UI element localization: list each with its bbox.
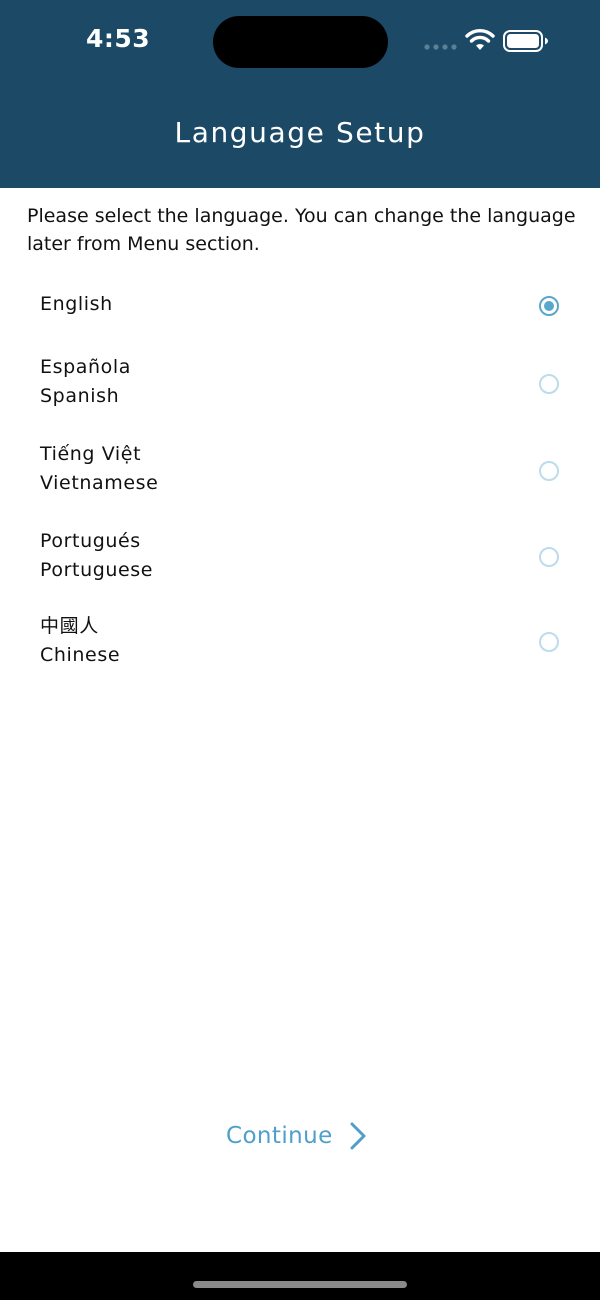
language-native-name: Española bbox=[40, 356, 131, 378]
language-native-name: 中國人 bbox=[40, 615, 99, 637]
continue-button[interactable]: Continue bbox=[226, 1118, 369, 1154]
language-setup-screen: 4:53 Language Setup Please select the la… bbox=[0, 0, 600, 1300]
cellular-signal-icon bbox=[424, 44, 457, 50]
language-option-chinese[interactable]: 中國人 Chinese bbox=[0, 612, 600, 674]
language-native-name: Portugués bbox=[40, 530, 141, 552]
language-english-name: Vietnamese bbox=[40, 472, 159, 494]
dynamic-island bbox=[213, 16, 388, 68]
radio-portuguese[interactable] bbox=[539, 547, 559, 567]
language-option-vietnamese[interactable]: Tiếng Việt Vietnamese bbox=[0, 440, 600, 502]
page-title: Language Setup bbox=[174, 116, 426, 149]
intro-text: Please select the language. You can chan… bbox=[27, 205, 576, 255]
battery-icon bbox=[503, 30, 548, 52]
language-native-name: English bbox=[40, 293, 113, 315]
language-option-spanish[interactable]: Española Spanish bbox=[0, 353, 600, 415]
radio-chinese[interactable] bbox=[539, 632, 559, 652]
language-english-name: Spanish bbox=[40, 385, 120, 407]
chevron-right-icon bbox=[350, 1122, 366, 1150]
continue-label: Continue bbox=[226, 1123, 333, 1149]
bottom-bar bbox=[0, 1252, 600, 1300]
radio-spanish[interactable] bbox=[539, 374, 559, 394]
radio-english[interactable] bbox=[539, 296, 559, 316]
header-bar: 4:53 Language Setup bbox=[0, 0, 600, 188]
language-option-portuguese[interactable]: Portugués Portuguese bbox=[0, 527, 600, 589]
status-time: 4:53 bbox=[86, 24, 151, 53]
language-native-name: Tiếng Việt bbox=[40, 443, 142, 465]
language-option-english[interactable]: English bbox=[0, 288, 600, 328]
wifi-icon bbox=[465, 29, 495, 50]
language-english-name: Portuguese bbox=[40, 559, 154, 581]
language-english-name: Chinese bbox=[40, 644, 121, 666]
home-indicator[interactable] bbox=[193, 1281, 407, 1288]
radio-vietnamese[interactable] bbox=[539, 461, 559, 481]
